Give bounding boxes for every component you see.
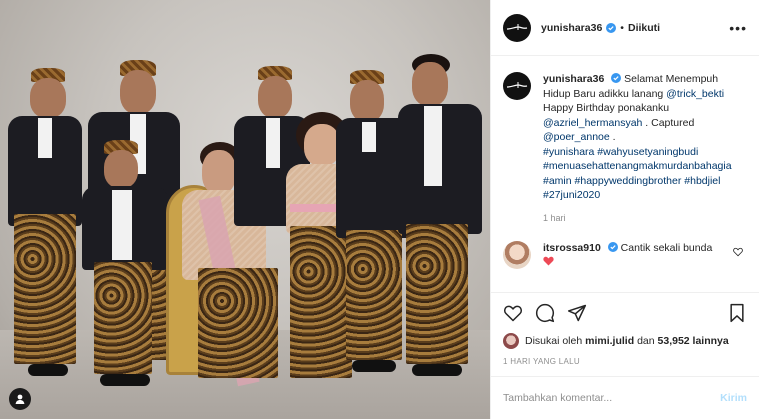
author-avatar[interactable] (503, 13, 531, 42)
mention-link[interactable]: @trick_bekti (666, 88, 724, 100)
verified-badge-icon (607, 241, 618, 252)
photo-person (6, 68, 86, 388)
like-comment-heart-icon[interactable] (733, 247, 743, 257)
hashtag-link[interactable]: #menuasehattenangmakmurdanbahagia (543, 160, 732, 172)
caption: yunishara36 Selamat Menempuh Hidup Baru … (503, 72, 747, 203)
caption-avatar[interactable] (503, 72, 531, 100)
caption-line: . (612, 131, 616, 143)
caption-text: yunishara36 Selamat Menempuh Hidup Baru … (543, 72, 743, 203)
tag-user-button[interactable] (9, 388, 31, 410)
likes-summary: Disukai oleh mimi.julid dan 53,952 lainn… (503, 333, 747, 349)
verified-badge-icon (606, 22, 617, 33)
hashtag-link[interactable]: #yunishara #wahyusetyaningbudi (543, 146, 698, 158)
post-header: yunishara36 • Diikuti ••• (491, 0, 759, 56)
red-heart-emoji-icon (543, 256, 554, 266)
user-tag-icon (15, 394, 25, 404)
post-comment-button[interactable]: Kirim (720, 392, 747, 404)
comment-input[interactable] (503, 392, 721, 404)
more-options-icon[interactable]: ••• (729, 21, 747, 35)
comment-bubble-icon[interactable] (535, 303, 555, 323)
post-timestamp[interactable]: 1 HARI YANG LALU (503, 357, 747, 366)
mention-link[interactable]: @poer_annoe (543, 131, 610, 143)
author-username[interactable]: yunishara36 (541, 22, 602, 34)
comments-area: yunishara36 Selamat Menempuh Hidup Baru … (491, 56, 759, 292)
commenter-username[interactable]: itsrossa910 (543, 242, 601, 254)
liker-username[interactable]: mimi.julid (585, 335, 634, 347)
post-actions: Disukai oleh mimi.julid dan 53,952 lainn… (491, 292, 759, 366)
caption-line: Happy Birthday ponakanku (543, 102, 670, 114)
comment-item: itsrossa910 Cantik sekali bunda (503, 240, 747, 269)
likes-prefix: Disukai oleh (525, 335, 583, 347)
post-photo[interactable] (0, 0, 490, 419)
action-icons (503, 293, 747, 333)
share-paper-plane-icon[interactable] (567, 303, 587, 323)
caption-username[interactable]: yunishara36 (543, 73, 604, 85)
following-button[interactable]: Diikuti (628, 22, 660, 34)
header-separator: • (620, 21, 624, 34)
add-comment-bar: Kirim (491, 376, 759, 419)
hashtag-link[interactable]: #amin #happyweddingbrother (543, 175, 681, 187)
likes-count[interactable]: 53,952 lainnya (658, 335, 729, 347)
photo-person (80, 140, 170, 390)
like-heart-icon[interactable] (503, 303, 523, 323)
mention-link[interactable]: @azriel_hermansyah (543, 117, 642, 129)
save-bookmark-icon[interactable] (727, 303, 747, 323)
commenter-avatar[interactable] (503, 240, 531, 269)
comment-body: Cantik sekali bunda (620, 241, 713, 254)
caption-time[interactable]: 1 hari (543, 213, 747, 223)
post-sidebar: yunishara36 • Diikuti ••• yunishara36 Se… (490, 0, 759, 419)
liker-avatar[interactable] (503, 333, 519, 349)
caption-line: . Captured (645, 116, 695, 129)
comment-text: itsrossa910 Cantik sekali bunda (543, 241, 733, 269)
verified-badge-icon (611, 73, 622, 83)
photo-person (398, 54, 486, 384)
likes-middle: dan (637, 335, 655, 347)
